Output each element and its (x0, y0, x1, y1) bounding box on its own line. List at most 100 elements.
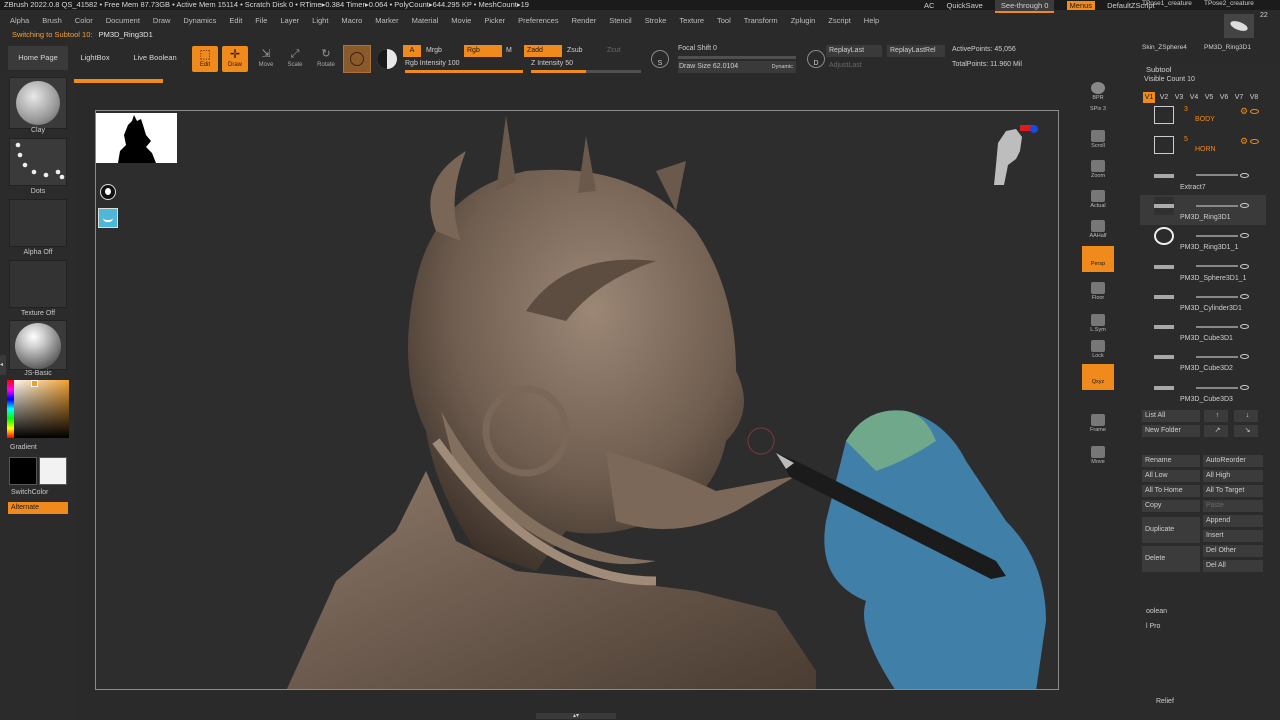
subtool-toggles[interactable] (1196, 262, 1266, 269)
insert-button[interactable]: Insert (1203, 530, 1263, 542)
subtool-toggles[interactable] (1196, 171, 1266, 178)
draw-button[interactable]: ✛ Draw (222, 46, 248, 72)
subtool-toggles[interactable] (1196, 383, 1266, 390)
menu-file[interactable]: File (255, 16, 267, 25)
menu-material[interactable]: Material (412, 16, 439, 25)
home-page-button[interactable]: Home Page (8, 46, 68, 70)
eye-icon[interactable] (1240, 263, 1250, 269)
qxyz-button[interactable]: Qxyz (1082, 364, 1114, 390)
all-to-home-button[interactable]: All To Home (1142, 485, 1200, 497)
menu-edit[interactable]: Edit (229, 16, 242, 25)
rename-button[interactable]: Rename (1142, 455, 1200, 467)
move-button[interactable]: Move (1082, 444, 1114, 470)
menu-dynamics[interactable]: Dynamics (183, 16, 216, 25)
all-to-target-button[interactable]: All To Target (1203, 485, 1263, 497)
subtool-item[interactable]: PM3D_Cube3D3 (1140, 377, 1266, 407)
boolean-section[interactable]: oolean (1146, 608, 1167, 615)
replay-last-button[interactable]: ReplayLast (826, 45, 882, 57)
vset-tab-v4[interactable]: V4 (1188, 92, 1200, 103)
mrgb-toggle[interactable]: Mrgb (426, 45, 456, 57)
material-swatch[interactable] (343, 45, 371, 73)
alpha-slot[interactable] (9, 199, 67, 247)
vset-tab-v2[interactable]: V2 (1158, 92, 1170, 103)
menu-macro[interactable]: Macro (341, 16, 362, 25)
stroke-slot[interactable] (9, 138, 67, 186)
s-lazy-icon[interactable]: S (651, 50, 669, 68)
eye-icon[interactable] (1240, 293, 1250, 299)
zcut-toggle[interactable]: Zcut (607, 45, 633, 57)
new-folder-button[interactable]: New Folder (1142, 425, 1200, 437)
vset-tab-v3[interactable]: V3 (1173, 92, 1185, 103)
eye-icon[interactable] (1240, 384, 1250, 390)
copy-button[interactable]: Copy (1142, 500, 1200, 512)
left-tray-toggle[interactable]: ◂ (0, 355, 6, 375)
del-all-button[interactable]: Del All (1203, 560, 1263, 572)
zadd-toggle[interactable]: Zadd (524, 45, 562, 57)
m-toggle[interactable]: M (506, 45, 518, 57)
menu-preferences[interactable]: Preferences (518, 16, 558, 25)
scroll-button[interactable]: Scroll (1082, 128, 1114, 154)
z-intensity-slider[interactable] (531, 70, 641, 73)
seethrough-slider[interactable]: See-through 0 (994, 0, 1055, 13)
menu-layer[interactable]: Layer (280, 16, 299, 25)
duplicate-button[interactable]: Duplicate (1142, 517, 1200, 543)
eye-icon[interactable] (1240, 172, 1250, 178)
menus-button[interactable]: Menus (1066, 1, 1096, 10)
subtool-item[interactable]: Extract7 (1140, 165, 1266, 195)
brush-slot[interactable] (9, 77, 67, 129)
bpr-button[interactable]: BPR (1082, 80, 1114, 106)
lock-button[interactable]: Lock (1082, 338, 1114, 364)
vset-tab-v5[interactable]: V5 (1203, 92, 1215, 103)
vset-tab-v8[interactable]: V8 (1248, 92, 1260, 103)
move-down-folder-button[interactable]: ↘ (1234, 425, 1258, 437)
menu-color[interactable]: Color (75, 16, 93, 25)
menu-render[interactable]: Render (572, 16, 597, 25)
paste-button[interactable]: Paste (1203, 500, 1263, 512)
zoom-button[interactable]: Zoom (1082, 158, 1114, 184)
replay-last-rel-button[interactable]: ReplayLastRel (887, 45, 945, 57)
list-all-button[interactable]: List All (1142, 410, 1200, 422)
autoreorder-button[interactable]: AutoReorder (1203, 455, 1263, 467)
subtool-toggles[interactable] (1196, 201, 1266, 208)
tool-thumb-right[interactable]: TPose2_creature 22 PM3D_Ring3D1 (1204, 0, 1278, 52)
quicksave-button[interactable]: QuickSave (947, 1, 983, 10)
live-boolean-button[interactable]: Live Boolean (122, 46, 188, 70)
relief-section[interactable]: Relief (1156, 698, 1174, 705)
menu-texture[interactable]: Texture (679, 16, 704, 25)
subtool-item[interactable]: PM3D_Ring3D1_1 (1140, 225, 1266, 255)
lightbox-button[interactable]: LightBox (72, 46, 118, 70)
eye-icon[interactable] (1250, 109, 1260, 114)
move-down-button[interactable]: ↓ (1234, 410, 1258, 422)
focal-shift-slider[interactable] (678, 56, 796, 59)
subtool-toggles[interactable] (1196, 352, 1266, 360)
dynamic-toggle[interactable]: Dynamic (772, 61, 793, 73)
eye-icon[interactable] (1240, 233, 1250, 239)
eye-icon[interactable] (1240, 324, 1250, 330)
subtool-item[interactable]: PM3D_Cube3D1 (1140, 316, 1266, 346)
subtool-toggles[interactable] (1196, 322, 1266, 330)
subtool-folder[interactable]: 3 BODY ⚙ (1140, 104, 1266, 134)
zsub-toggle[interactable]: Zsub (567, 45, 593, 57)
move-up-folder-button[interactable]: ↗ (1204, 425, 1228, 437)
scale-button[interactable]: ⤢ Scale (282, 46, 308, 72)
pro-section[interactable]: l Pro (1146, 623, 1160, 630)
vset-tab-v7[interactable]: V7 (1233, 92, 1245, 103)
eye-icon[interactable] (1240, 354, 1250, 360)
eye-icon[interactable] (1240, 202, 1250, 208)
ac-button[interactable]: AC (924, 1, 934, 10)
menu-light[interactable]: Light (312, 16, 328, 25)
append-button[interactable]: Append (1203, 515, 1263, 527)
adjust-last-slider[interactable]: AdjustLast (826, 60, 944, 72)
subtool-item[interactable]: PM3D_Sphere3D1_1 (1140, 256, 1266, 286)
del-other-button[interactable]: Del Other (1203, 545, 1263, 557)
persp-button[interactable]: Persp (1082, 246, 1114, 272)
menu-brush[interactable]: Brush (42, 16, 62, 25)
menu-stroke[interactable]: Stroke (645, 16, 667, 25)
actual-button[interactable]: Actual (1082, 188, 1114, 214)
move-button[interactable]: ⇲ Move (253, 46, 279, 72)
menu-help[interactable]: Help (864, 16, 879, 25)
l-sym-button[interactable]: L.Sym (1082, 312, 1114, 338)
menu-zscript[interactable]: Zscript (828, 16, 851, 25)
alternate-toggle[interactable]: Alternate (8, 502, 68, 514)
subtool-toggles[interactable] (1196, 292, 1266, 299)
